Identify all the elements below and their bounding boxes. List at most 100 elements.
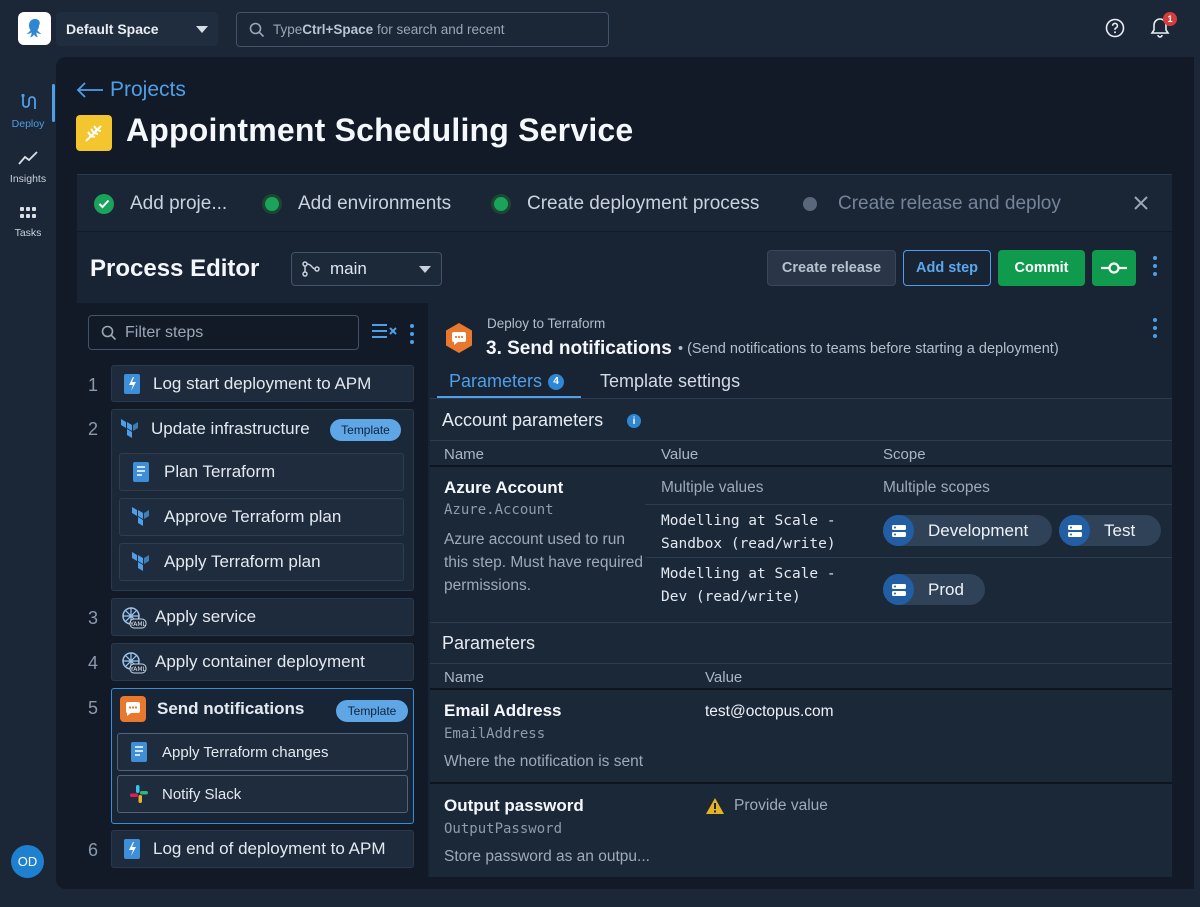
step-label: Log start deployment to APM bbox=[153, 373, 372, 393]
param-value-placeholder: Provide value bbox=[734, 797, 828, 814]
close-icon[interactable] bbox=[1133, 195, 1149, 211]
filter-steps-input[interactable]: Filter steps bbox=[88, 315, 359, 350]
back-link-label: Projects bbox=[110, 78, 186, 101]
scope-chip-label: Test bbox=[1104, 520, 1136, 540]
branch-selector[interactable]: main bbox=[291, 252, 442, 286]
tab-parameters[interactable]: Parameters 4 bbox=[449, 371, 565, 392]
divider bbox=[645, 504, 1172, 505]
parameters-title: Parameters bbox=[442, 633, 536, 653]
template-badge: Template bbox=[336, 700, 408, 722]
param-value-missing[interactable]: Provide value bbox=[705, 797, 828, 815]
column-header-name: Name bbox=[444, 669, 485, 686]
chevron-down-icon bbox=[419, 265, 431, 273]
page-title: Appointment Scheduling Service bbox=[126, 112, 634, 148]
environment-icon bbox=[883, 515, 914, 546]
more-options-icon[interactable] bbox=[410, 324, 414, 348]
kubernetes-yaml-icon: YAML bbox=[119, 651, 147, 674]
avatar[interactable]: OD bbox=[11, 845, 44, 878]
back-to-projects-link[interactable]: Projects bbox=[76, 78, 186, 102]
step-label: Notify Slack bbox=[162, 785, 242, 803]
script-icon bbox=[121, 838, 143, 860]
step-apply-service[interactable]: YAML Apply service bbox=[111, 598, 414, 636]
step-log-end[interactable]: Log end of deployment to APM bbox=[111, 830, 414, 868]
wizard-step-label: Create release and deploy bbox=[838, 192, 1061, 214]
help-icon[interactable] bbox=[1105, 18, 1125, 38]
step-number: 4 bbox=[87, 653, 98, 673]
column-header-value: Value bbox=[661, 446, 699, 463]
param-value[interactable]: Modelling at Scale - Sandbox (read/write… bbox=[661, 510, 836, 556]
step-label: Send notifications bbox=[157, 699, 305, 718]
nav-item-deploy[interactable]: Deploy bbox=[0, 93, 56, 130]
commit-options-button[interactable] bbox=[1092, 250, 1136, 286]
step-label: Plan Terraform bbox=[164, 462, 276, 481]
param-help-text: Azure account used to run this step. Mus… bbox=[444, 531, 644, 594]
script-icon bbox=[121, 373, 143, 395]
param-variable: Azure.Account bbox=[444, 502, 554, 518]
step-apply-terraform-plan[interactable]: Apply Terraform plan bbox=[119, 543, 404, 581]
tab-label: Parameters bbox=[449, 371, 543, 391]
space-selector[interactable]: Default Space bbox=[56, 12, 218, 46]
divider bbox=[430, 663, 1172, 664]
search-placeholder-suffix: for search and recent bbox=[373, 22, 505, 37]
kubernetes-yaml-icon: YAML bbox=[119, 606, 147, 629]
step-label: Apply service bbox=[155, 607, 257, 626]
divider bbox=[430, 465, 1172, 467]
step-label: Approve Terraform plan bbox=[164, 507, 342, 526]
wizard-step-add-project[interactable]: Add proje... bbox=[94, 175, 227, 232]
nav-item-label: Insights bbox=[9, 173, 47, 185]
wizard-step-label: Create deployment process bbox=[527, 192, 760, 214]
step-log-start[interactable]: Log start deployment to APM bbox=[111, 365, 414, 402]
search-icon bbox=[249, 22, 265, 37]
chat-notification-icon bbox=[120, 696, 146, 722]
step-approve-terraform-plan[interactable]: Approve Terraform plan bbox=[119, 498, 404, 536]
global-search-input[interactable]: Type Ctrl+Space for search and recent bbox=[236, 12, 609, 47]
step-label: Update infrastructure bbox=[151, 419, 310, 438]
info-icon[interactable]: i bbox=[627, 414, 641, 428]
step-send-notifications[interactable]: Send notifications bbox=[112, 690, 332, 728]
deploy-icon bbox=[21, 93, 36, 109]
script-icon bbox=[130, 461, 152, 483]
nav-item-insights[interactable]: Insights bbox=[0, 150, 56, 185]
tab-template-settings[interactable]: Template settings bbox=[600, 371, 740, 392]
divider bbox=[430, 782, 1172, 784]
wizard-step-create-release[interactable]: Create release and deploy bbox=[803, 175, 1061, 232]
wizard-step-label: Add proje... bbox=[130, 192, 228, 214]
branch-name: main bbox=[330, 259, 367, 278]
more-options-icon[interactable] bbox=[1153, 318, 1157, 342]
git-branch-icon bbox=[302, 261, 320, 277]
terraform-icon bbox=[130, 551, 152, 573]
environment-icon bbox=[1059, 515, 1090, 546]
step-number: 5 bbox=[87, 698, 98, 718]
param-variable: EmailAddress bbox=[444, 726, 546, 742]
template-badge: Template bbox=[330, 419, 401, 441]
tab-label: Template settings bbox=[600, 371, 741, 391]
step-notify-slack[interactable]: Notify Slack bbox=[117, 775, 408, 813]
wizard-step-add-environments[interactable]: Add environments bbox=[262, 175, 451, 232]
wizard-step-label: Add environments bbox=[298, 192, 452, 214]
param-value-line: Sandbox (read/write) bbox=[661, 536, 836, 552]
step-apply-terraform-changes[interactable]: Apply Terraform changes bbox=[117, 733, 408, 771]
status-dot-icon bbox=[803, 196, 817, 211]
terraform-icon bbox=[130, 506, 152, 528]
svg-text:YAML: YAML bbox=[129, 666, 146, 673]
wizard-step-create-deployment-process[interactable]: Create deployment process bbox=[491, 175, 759, 232]
process-editor-title: Process Editor bbox=[90, 255, 260, 282]
step-label: Apply container deployment bbox=[155, 652, 365, 671]
step-number: 2 bbox=[87, 419, 98, 439]
more-options-icon[interactable] bbox=[1153, 256, 1157, 280]
nav-item-tasks[interactable]: Tasks bbox=[0, 206, 56, 239]
param-help-text: Where the notification is sent bbox=[444, 753, 644, 770]
create-release-button[interactable]: Create release bbox=[767, 250, 896, 286]
column-header-value: Value bbox=[705, 669, 743, 686]
divider bbox=[430, 440, 1172, 441]
param-value[interactable]: Modelling at Scale - Dev (read/write) bbox=[661, 563, 836, 609]
param-value[interactable]: test@octopus.com bbox=[705, 703, 834, 721]
commit-button[interactable]: Commit bbox=[998, 250, 1085, 286]
collapse-list-icon[interactable] bbox=[371, 322, 399, 340]
step-apply-container-deployment[interactable]: YAML Apply container deployment bbox=[111, 643, 414, 681]
add-step-button[interactable]: Add step bbox=[903, 250, 991, 286]
step-plan-terraform[interactable]: Plan Terraform bbox=[119, 453, 404, 491]
step-label: Apply Terraform plan bbox=[164, 552, 321, 571]
octopus-logo-icon[interactable] bbox=[18, 12, 51, 45]
tab-count-badge: 4 bbox=[548, 373, 565, 390]
